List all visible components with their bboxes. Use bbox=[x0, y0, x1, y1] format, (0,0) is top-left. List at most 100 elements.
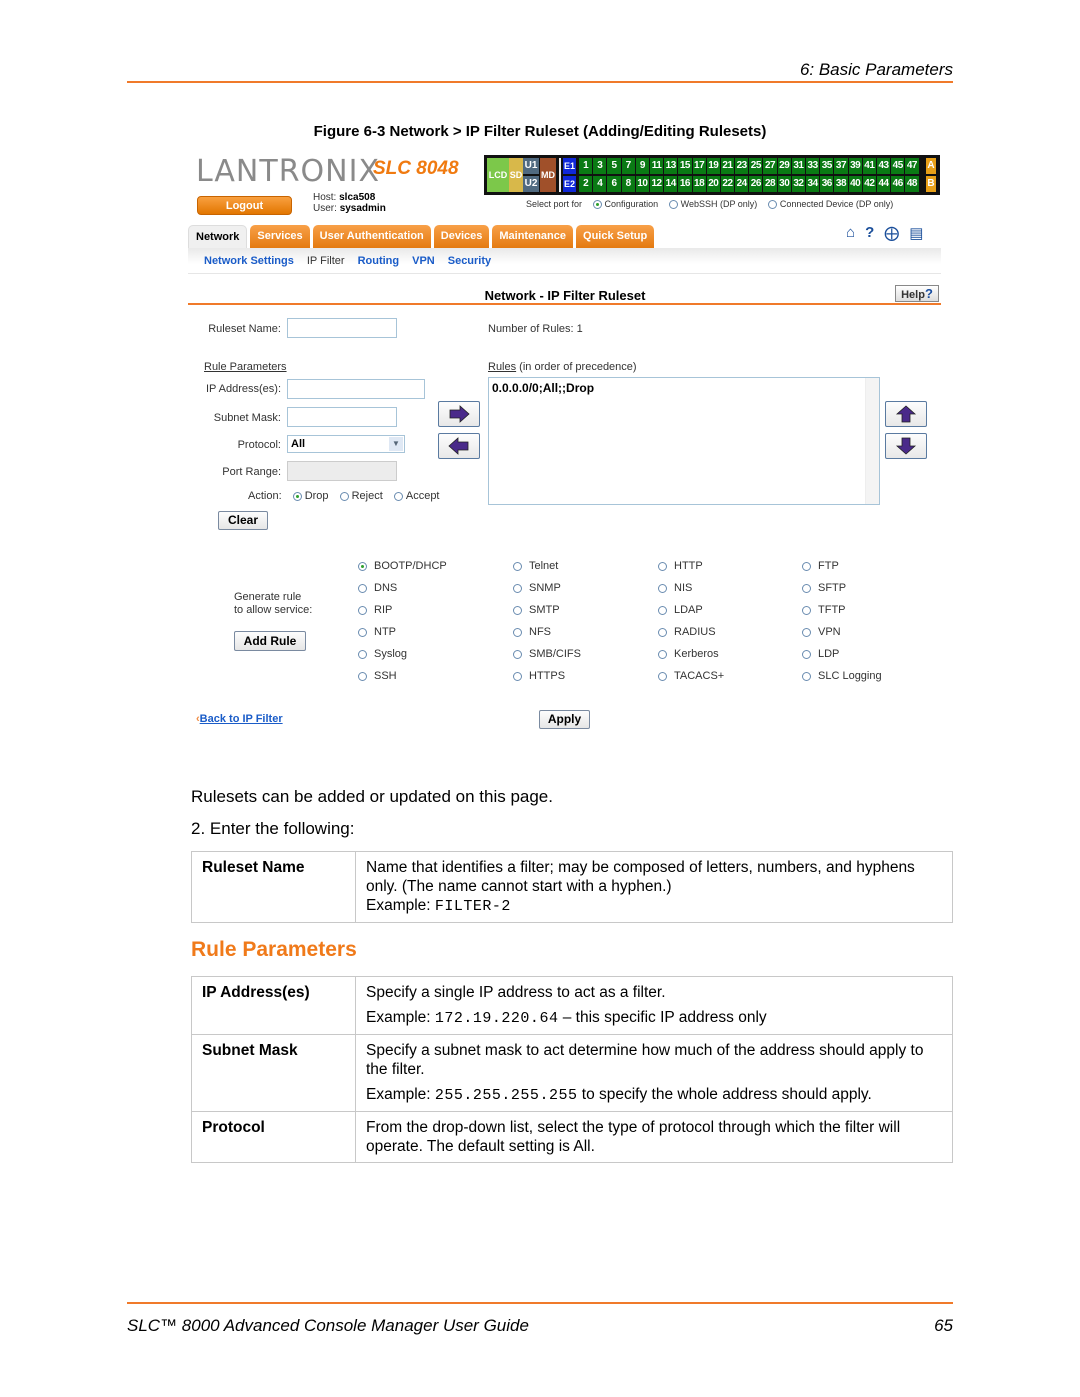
service-radio[interactable] bbox=[658, 671, 667, 681]
service-radio[interactable] bbox=[513, 583, 522, 593]
service-option[interactable]: Telnet bbox=[513, 560, 558, 572]
port-43[interactable]: 43 bbox=[876, 158, 891, 174]
service-option[interactable]: HTTP bbox=[658, 560, 703, 572]
port-31[interactable]: 31 bbox=[791, 158, 805, 174]
md-status[interactable]: MD bbox=[540, 158, 556, 192]
service-radio[interactable] bbox=[802, 561, 811, 571]
subnav-ip-filter[interactable]: IP Filter bbox=[307, 255, 345, 267]
port-16[interactable]: 16 bbox=[678, 176, 692, 192]
tab-quick-setup[interactable]: Quick Setup bbox=[576, 225, 655, 248]
service-option[interactable]: TACACS+ bbox=[658, 670, 724, 682]
service-option[interactable]: NTP bbox=[358, 626, 396, 638]
service-radio[interactable] bbox=[358, 605, 367, 615]
port-42[interactable]: 42 bbox=[862, 176, 876, 192]
tab-services[interactable]: Services bbox=[250, 225, 310, 248]
action-reject-radio[interactable] bbox=[339, 491, 349, 501]
service-radio[interactable] bbox=[513, 627, 522, 637]
service-option[interactable]: HTTPS bbox=[513, 670, 565, 682]
service-radio[interactable] bbox=[513, 605, 522, 615]
port-48[interactable]: 48 bbox=[905, 176, 919, 192]
subnav-network-settings[interactable]: Network Settings bbox=[204, 255, 294, 267]
action-accept-radio[interactable] bbox=[393, 491, 403, 501]
tab-user-authentication[interactable]: User Authentication bbox=[312, 225, 431, 248]
service-radio[interactable] bbox=[802, 583, 811, 593]
port-39[interactable]: 39 bbox=[848, 158, 862, 174]
port-1[interactable]: 1 bbox=[579, 158, 593, 174]
service-option[interactable]: SMB/CIFS bbox=[513, 648, 581, 660]
port-46[interactable]: 46 bbox=[891, 176, 905, 192]
rules-scrollbar[interactable] bbox=[865, 378, 879, 504]
service-option[interactable]: DNS bbox=[358, 582, 397, 594]
service-radio[interactable] bbox=[802, 627, 811, 637]
ip-address-input[interactable] bbox=[287, 379, 425, 399]
move-up-button[interactable] bbox=[885, 401, 927, 427]
port-26[interactable]: 26 bbox=[749, 176, 763, 192]
port-28[interactable]: 28 bbox=[763, 176, 777, 192]
move-down-button[interactable] bbox=[885, 433, 927, 459]
service-radio[interactable] bbox=[513, 561, 522, 571]
port-44[interactable]: 44 bbox=[876, 176, 891, 192]
configuration-radio[interactable] bbox=[592, 200, 602, 210]
service-radio[interactable] bbox=[802, 649, 811, 659]
rule-item[interactable]: 0.0.0.0/0;All;;Drop bbox=[492, 381, 594, 395]
port-29[interactable]: 29 bbox=[777, 158, 791, 174]
add-rule-button[interactable]: Add Rule bbox=[234, 631, 306, 651]
logout-button[interactable]: Logout bbox=[197, 196, 292, 215]
port-9[interactable]: 9 bbox=[635, 158, 649, 174]
port-5[interactable]: 5 bbox=[607, 158, 621, 174]
service-option[interactable]: RIP bbox=[358, 604, 392, 616]
apply-button[interactable]: Apply bbox=[539, 710, 590, 729]
port-2[interactable]: 2 bbox=[579, 176, 593, 192]
action-drop-radio[interactable] bbox=[292, 491, 302, 501]
u2-status[interactable]: U2 bbox=[523, 176, 539, 192]
service-radio[interactable] bbox=[358, 583, 367, 593]
port-41[interactable]: 41 bbox=[862, 158, 876, 174]
service-option[interactable]: LDAP bbox=[658, 604, 703, 616]
port-range-input[interactable] bbox=[287, 461, 397, 481]
e2-status[interactable]: E2 bbox=[563, 176, 576, 192]
service-option[interactable]: NIS bbox=[658, 582, 692, 594]
service-option[interactable]: Syslog bbox=[358, 648, 407, 660]
service-option[interactable]: SNMP bbox=[513, 582, 561, 594]
service-option[interactable]: TFTP bbox=[802, 604, 846, 616]
service-option[interactable]: SSH bbox=[358, 670, 397, 682]
add-to-rules-button[interactable] bbox=[438, 401, 480, 427]
u1-status[interactable]: U1 bbox=[523, 158, 539, 174]
port-20[interactable]: 20 bbox=[706, 176, 720, 192]
a-status[interactable]: A bbox=[926, 158, 936, 174]
port-36[interactable]: 36 bbox=[820, 176, 834, 192]
service-option[interactable]: NFS bbox=[513, 626, 551, 638]
port-23[interactable]: 23 bbox=[735, 158, 749, 174]
service-radio[interactable] bbox=[802, 605, 811, 615]
service-radio[interactable] bbox=[513, 671, 522, 681]
port-14[interactable]: 14 bbox=[664, 176, 678, 192]
port-25[interactable]: 25 bbox=[749, 158, 763, 174]
service-option[interactable]: Kerberos bbox=[658, 648, 719, 660]
port-11[interactable]: 11 bbox=[649, 158, 664, 174]
sitemap-icon[interactable]: ⨁ bbox=[884, 224, 899, 242]
rules-list[interactable]: 0.0.0.0/0;All;;Drop bbox=[488, 377, 880, 505]
protocol-select[interactable]: All ▼ bbox=[287, 435, 405, 453]
port-22[interactable]: 22 bbox=[720, 176, 735, 192]
port-7[interactable]: 7 bbox=[621, 158, 635, 174]
port-24[interactable]: 24 bbox=[735, 176, 749, 192]
port-33[interactable]: 33 bbox=[806, 158, 820, 174]
service-option[interactable]: LDP bbox=[802, 648, 839, 660]
service-radio[interactable] bbox=[358, 671, 367, 681]
port-35[interactable]: 35 bbox=[820, 158, 834, 174]
port-19[interactable]: 19 bbox=[706, 158, 720, 174]
home-icon[interactable]: ⌂ bbox=[846, 224, 855, 242]
service-radio[interactable] bbox=[358, 561, 367, 571]
service-option[interactable]: FTP bbox=[802, 560, 839, 572]
webssh-radio[interactable] bbox=[668, 200, 678, 210]
clear-button[interactable]: Clear bbox=[218, 511, 268, 530]
sd-status[interactable]: SD bbox=[509, 158, 523, 192]
tab-maintenance[interactable]: Maintenance bbox=[492, 225, 574, 248]
port-4[interactable]: 4 bbox=[593, 176, 607, 192]
help-icon[interactable]: ? bbox=[865, 224, 874, 242]
port-21[interactable]: 21 bbox=[720, 158, 735, 174]
connected-device-radio[interactable] bbox=[767, 200, 777, 210]
port-34[interactable]: 34 bbox=[806, 176, 820, 192]
port-12[interactable]: 12 bbox=[649, 176, 664, 192]
help-button[interactable]: Help? bbox=[895, 285, 939, 302]
